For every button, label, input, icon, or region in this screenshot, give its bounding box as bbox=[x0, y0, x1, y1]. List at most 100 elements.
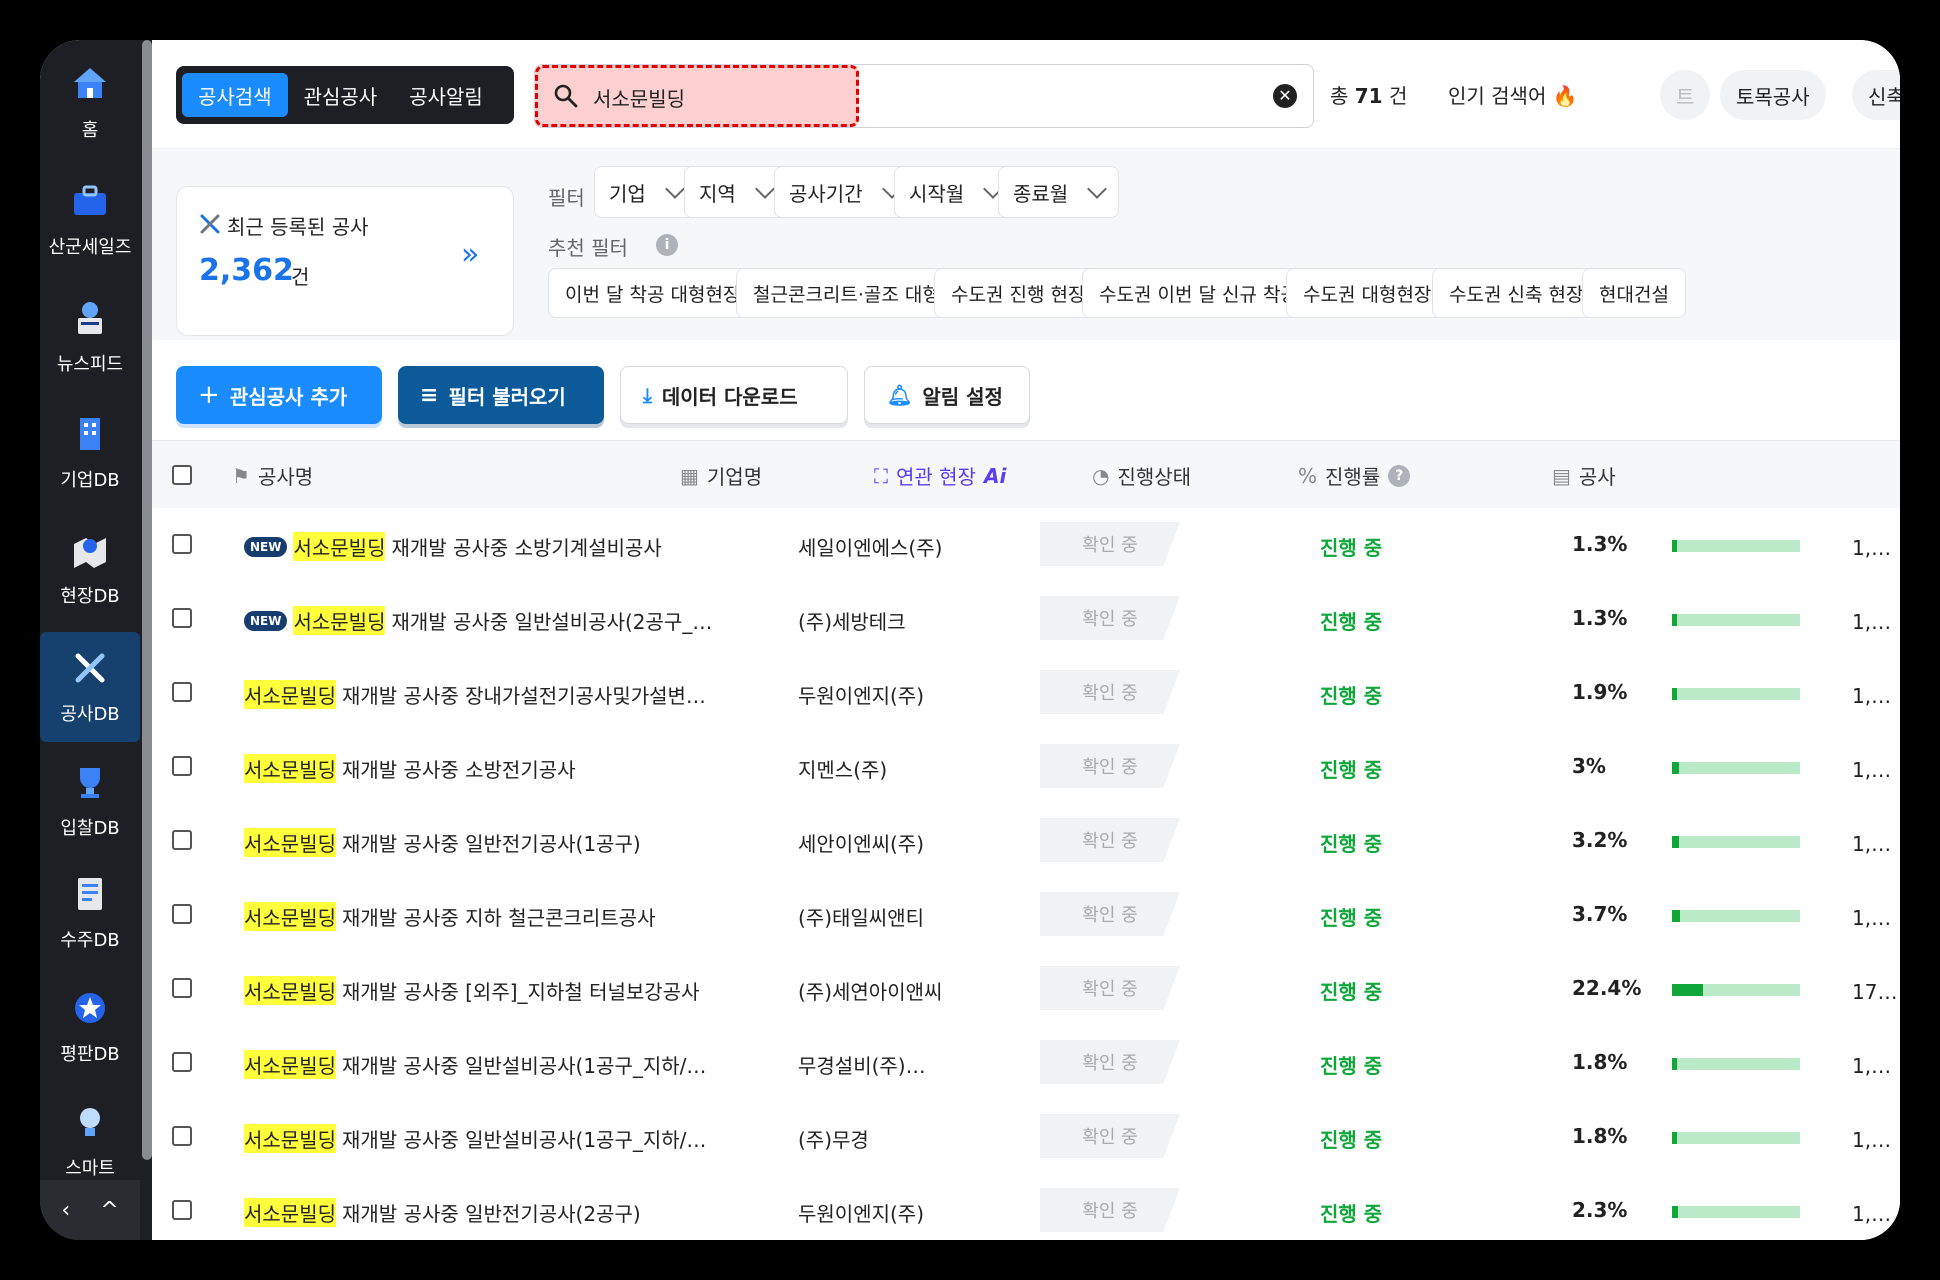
row-checkbox[interactable] bbox=[172, 608, 192, 628]
row-company[interactable]: 세안이엔씨(주) bbox=[798, 828, 998, 857]
row-company[interactable]: 지멘스(주) bbox=[798, 754, 998, 783]
popular-chip[interactable]: 토목공사 bbox=[1720, 70, 1826, 120]
recommended-filter-chip[interactable]: 수도권 대형현장 bbox=[1286, 268, 1449, 318]
collapse-left-icon[interactable]: ‹ bbox=[61, 1198, 70, 1223]
row-name[interactable]: 서소문빌딩 재개발 공사중 [외주]_지하철 터널보강공사 bbox=[244, 976, 744, 1005]
row-name[interactable]: 서소문빌딩 재개발 공사중 지하 철근콘크리트공사 bbox=[244, 902, 744, 931]
row-status: 진행 중 bbox=[1320, 684, 1383, 708]
row-checkbox[interactable] bbox=[172, 756, 192, 776]
filter-dropdown-end-month[interactable]: 종료월 bbox=[998, 166, 1120, 218]
row-name[interactable]: 서소문빌딩 재개발 공사중 일반설비공사(1공구_지하/… bbox=[244, 1050, 744, 1079]
recommended-filter-chip[interactable]: 철근콘크리트·골조 대형 bbox=[736, 268, 957, 318]
popular-chip[interactable]: 트 bbox=[1660, 70, 1711, 120]
main-content: 공사검색 관심공사 공사알림 ✕ 총 71 건 인기 검색어 🔥 bbox=[152, 40, 1900, 1240]
tab-construction-alerts[interactable]: 공사알림 bbox=[393, 73, 499, 117]
row-company[interactable]: (주)태일씨앤티 bbox=[798, 902, 998, 931]
tab-watched-construction[interactable]: 관심공사 bbox=[288, 73, 394, 117]
table-row[interactable]: 서소문빌딩 재개발 공사중 일반설비공사(1공구_지하/… (주)무경 확인 중 진행 … bbox=[152, 1100, 1900, 1175]
sidebar-item[interactable]: 평판DB bbox=[40, 972, 140, 1082]
add-watch-button[interactable]: + 관심공사 추가 bbox=[176, 366, 382, 424]
clear-search-icon[interactable]: ✕ bbox=[1273, 84, 1297, 108]
select-all-checkbox[interactable] bbox=[172, 465, 192, 485]
recommended-filter-chip[interactable]: 현대건설 bbox=[1582, 268, 1686, 318]
sidebar-item[interactable]: 입찰DB bbox=[40, 746, 140, 856]
row-checkbox[interactable] bbox=[172, 682, 192, 702]
row-company[interactable]: 두원이엔지(주) bbox=[798, 1198, 998, 1227]
row-name[interactable]: 서소문빌딩 재개발 공사중 일반전기공사(1공구) bbox=[244, 828, 744, 857]
help-icon[interactable]: ? bbox=[1388, 464, 1411, 487]
row-name[interactable]: NEW 서소문빌딩 재개발 공사중 일반설비공사(2공구_… bbox=[244, 606, 744, 635]
header-period[interactable]: ▤ 공사 bbox=[1552, 461, 1616, 490]
table-row[interactable]: 서소문빌딩 재개발 공사중 [외주]_지하철 터널보강공사 (주)세연아이앤씨 확인 … bbox=[152, 952, 1900, 1027]
row-progress-text: 1.3% bbox=[1572, 532, 1628, 556]
row-company[interactable]: (주)세연아이앤씨 bbox=[798, 976, 998, 1005]
sidebar-item[interactable]: 뉴스피드 bbox=[40, 282, 140, 392]
network-icon: ⛶ bbox=[874, 463, 888, 488]
sidebar-item[interactable]: 수주DB bbox=[40, 858, 140, 968]
row-company[interactable]: (주)세방테크 bbox=[798, 606, 998, 635]
app-window: 홈 산군세일즈 뉴스피드 기업DB 현장DB 공사DB 입찰DB 수주DB 평판DB 스마트 ‹ … bbox=[40, 40, 1900, 1240]
row-checkbox[interactable] bbox=[172, 904, 192, 924]
recommended-filter-chip[interactable]: 수도권 진행 현장 bbox=[934, 268, 1103, 318]
table-row[interactable]: 서소문빌딩 재개발 공사중 장내가설전기공사및가설변… 두원이엔지(주) 확인 중 진행… bbox=[152, 656, 1900, 731]
sidebar-item[interactable]: 산군세일즈 bbox=[40, 165, 140, 275]
header-status[interactable]: ◔ 진행상태 bbox=[1092, 461, 1191, 490]
row-company[interactable]: 세일이엔에스(주) bbox=[798, 532, 998, 561]
sidebar-item[interactable]: 현장DB bbox=[40, 514, 140, 624]
row-company[interactable]: 두원이엔지(주) bbox=[798, 680, 998, 709]
recommended-filter-chip[interactable]: 수도권 신축 현장 bbox=[1432, 268, 1601, 318]
load-filter-button[interactable]: ≡ 필터 불러오기 bbox=[398, 366, 604, 424]
related-site-status: 확인 중 bbox=[1040, 892, 1180, 936]
filter-dropdown-company[interactable]: 기업 bbox=[594, 166, 697, 218]
table-row[interactable]: NEW 서소문빌딩 재개발 공사중 소방기계설비공사 세일이엔에스(주) 확인 중 진행 … bbox=[152, 508, 1900, 583]
row-checkbox[interactable] bbox=[172, 1200, 192, 1220]
result-total: 총 71 건 bbox=[1330, 80, 1407, 109]
search-input[interactable] bbox=[591, 77, 1195, 117]
table-row[interactable]: 서소문빌딩재개발 공사중 소방전기공사 지멘스(주) 확인 중 진행 중 3% 1,521… bbox=[152, 730, 1900, 805]
sidebar-item[interactable]: 기업DB bbox=[40, 398, 140, 508]
recommended-filter-chip[interactable]: 이번 달 착공 대형현장 bbox=[548, 268, 758, 318]
row-progress-text: 3% bbox=[1572, 754, 1606, 778]
alert-settings-button[interactable]: 🔔︎ 알림 설정 bbox=[864, 366, 1030, 424]
sidebar-item[interactable]: 홈 bbox=[40, 48, 140, 158]
row-checkbox[interactable] bbox=[172, 978, 192, 998]
row-company[interactable]: (주)무경 bbox=[798, 1124, 998, 1153]
row-name[interactable]: 서소문빌딩 재개발 공사중 소방전기공사 bbox=[244, 754, 744, 783]
recent-construction-card[interactable]: 최근 등록된 공사 2,362 건 » bbox=[176, 186, 514, 336]
row-name[interactable]: 서소문빌딩 재개발 공사중 일반설비공사(1공구_지하/… bbox=[244, 1124, 744, 1153]
row-name[interactable]: 서소문빌딩 재개발 공사중 장내가설전기공사및가설변… bbox=[244, 680, 744, 709]
header-progress-label: 진행률 bbox=[1325, 465, 1381, 489]
sidebar-item[interactable]: 공사DB bbox=[40, 632, 140, 742]
info-icon[interactable]: i bbox=[656, 234, 678, 256]
row-name[interactable]: NEW 서소문빌딩 재개발 공사중 소방기계설비공사 bbox=[244, 532, 744, 561]
header-company[interactable]: ▦ 기업명 bbox=[680, 461, 762, 490]
row-checkbox[interactable] bbox=[172, 534, 192, 554]
filter-dropdown-period[interactable]: 공사기간 bbox=[774, 166, 914, 218]
table-row[interactable]: 서소문빌딩 재개발 공사중 일반전기공사(2공구) 두원이엔지(주) 확인 중 진행 중… bbox=[152, 1174, 1900, 1240]
row-company[interactable]: 무경설비(주)… bbox=[798, 1050, 998, 1079]
header-progress[interactable]: % 진행률? bbox=[1298, 461, 1411, 490]
tab-construction-search[interactable]: 공사검색 bbox=[182, 73, 288, 117]
related-site-status: 확인 중 bbox=[1040, 522, 1180, 566]
download-data-button[interactable]: ⤓ 데이터 다운로드 bbox=[620, 366, 848, 424]
filter-dropdown-region[interactable]: 지역 bbox=[684, 166, 787, 218]
row-checkbox[interactable] bbox=[172, 830, 192, 850]
search-highlight: 서소문빌딩 bbox=[244, 1124, 336, 1153]
row-checkbox[interactable] bbox=[172, 1052, 192, 1072]
header-related[interactable]: ⛶ 연관 현장 Ai bbox=[874, 461, 1006, 490]
double-chevron-right-icon[interactable]: » bbox=[461, 237, 479, 272]
table-row[interactable]: 서소문빌딩 재개발 공사중 일반전기공사(1공구) 세안이엔씨(주) 확인 중 진행 중… bbox=[152, 804, 1900, 879]
table-row[interactable]: NEW 서소문빌딩 재개발 공사중 일반설비공사(2공구_… (주)세방테크 확인 중 진… bbox=[152, 582, 1900, 657]
header-name[interactable]: ⚑ 공사명 bbox=[232, 461, 313, 490]
sidebar-scrollbar[interactable] bbox=[142, 40, 152, 1160]
header-company-label: 기업명 bbox=[706, 465, 763, 489]
progress-bar-fill bbox=[1675, 688, 1678, 700]
row-status: 진행 중 bbox=[1320, 536, 1383, 560]
chevron-up-icon[interactable]: ^ bbox=[100, 1198, 118, 1223]
row-name[interactable]: 서소문빌딩 재개발 공사중 일반전기공사(2공구) bbox=[244, 1198, 744, 1227]
table-row[interactable]: 서소문빌딩 재개발 공사중 일반설비공사(1공구_지하/… 무경설비(주)… 확인 중… bbox=[152, 1026, 1900, 1101]
table-row[interactable]: 서소문빌딩 재개발 공사중 지하 철근콘크리트공사 (주)태일씨앤티 확인 중 진행 중… bbox=[152, 878, 1900, 953]
popular-chip[interactable]: 신축 bbox=[1852, 70, 1900, 120]
row-checkbox[interactable] bbox=[172, 1126, 192, 1146]
recommended-filter-chip[interactable]: 수도권 이번 달 신규 착공 bbox=[1082, 268, 1315, 318]
